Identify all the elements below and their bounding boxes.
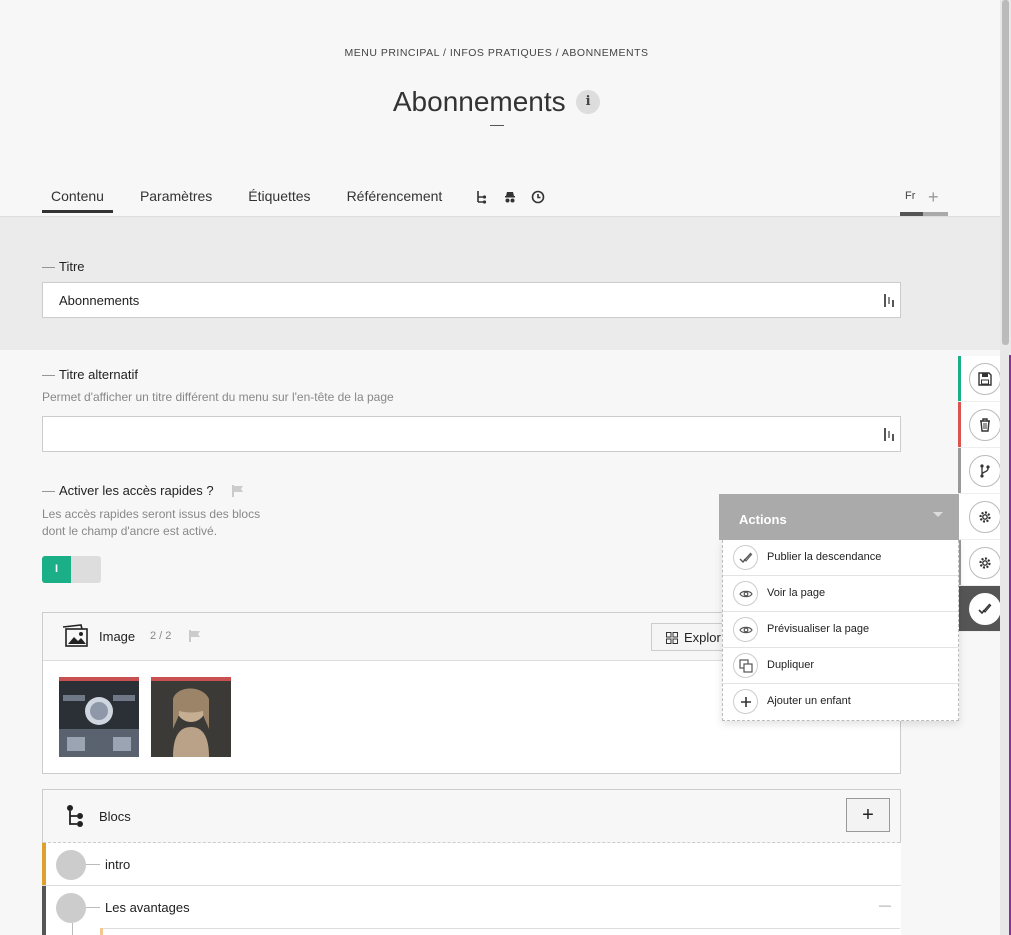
language-fr[interactable]: Fr [905, 190, 915, 202]
action-label: Dupliquer [767, 659, 815, 671]
add-block-button[interactable]: + [846, 798, 890, 832]
tab-bar: Contenu Paramètres Étiquettes Référencem… [42, 188, 553, 218]
eye-icon [733, 617, 758, 642]
page-title: Abonnements [392, 86, 566, 117]
toggle-on-state: I [42, 556, 71, 583]
branch-icon[interactable] [969, 455, 1001, 487]
titre-label: — Titre [42, 259, 85, 274]
block-row-avantages[interactable]: Les avantages — [42, 886, 901, 935]
duplicate-icon [733, 653, 758, 678]
gear-icon[interactable] [969, 501, 1001, 533]
flag-icon[interactable] [188, 629, 202, 643]
child-accent [100, 928, 103, 935]
tree-icon[interactable] [475, 190, 489, 204]
titre-input[interactable]: Abonnements [42, 282, 901, 318]
info-badge[interactable]: i [576, 90, 601, 114]
tab-contenu[interactable]: Contenu [42, 188, 113, 213]
action-label: Ajouter un enfant [767, 695, 851, 707]
save-icon[interactable] [969, 363, 1001, 395]
gear-icon[interactable] [969, 547, 1001, 579]
title-underline [490, 125, 504, 126]
block-connector [86, 864, 100, 865]
image-count: 2 / 2 [150, 630, 172, 642]
block-handle[interactable] [56, 850, 86, 880]
actions-header[interactable]: Actions [719, 494, 959, 540]
acces-rapides-desc-1: Les accès rapides seront issus des blocs [42, 507, 261, 521]
language-switcher[interactable]: Fr + [900, 187, 948, 216]
action-ajouter-enfant[interactable]: Ajouter un enfant [723, 684, 958, 720]
action-publier-descendance[interactable]: Publier la descendance [723, 540, 958, 576]
trash-icon[interactable] [969, 409, 1001, 441]
history-icon[interactable] [531, 190, 545, 204]
tab-etiquettes[interactable]: Étiquettes [239, 188, 319, 212]
add-language-icon[interactable]: + [928, 187, 939, 208]
image-thumbnail-2[interactable] [151, 677, 231, 757]
actions-list: Publier la descendance Voir la page Prév… [722, 540, 959, 721]
action-previsualiser-page[interactable]: Prévisualiser la page [723, 612, 958, 648]
tab-parametres[interactable]: Paramètres [131, 188, 221, 212]
blocks-panel-title: Blocs [99, 809, 131, 824]
scrollbar-thumb[interactable] [1002, 0, 1009, 345]
child-divider [103, 928, 900, 929]
eye-icon [733, 581, 758, 606]
block-label: Les avantages [105, 900, 190, 915]
flag-icon[interactable] [231, 484, 245, 498]
action-label: Prévisualiser la page [767, 623, 870, 635]
block-handle[interactable] [56, 893, 86, 923]
titre-alt-description: Permet d'afficher un titre différent du … [42, 390, 394, 404]
action-dupliquer[interactable]: Dupliquer [723, 648, 958, 684]
titre-value: Abonnements [59, 293, 140, 308]
publish-icon [733, 545, 758, 570]
publish-icon[interactable] [969, 593, 1001, 625]
title-section: — Titre Abonnements [0, 217, 1000, 350]
titre-label-text: Titre [59, 259, 85, 274]
image-thumbnail-1[interactable] [59, 677, 139, 757]
tree-line [72, 923, 73, 935]
collapse-toggle[interactable]: — [879, 898, 891, 912]
grid-icon [666, 632, 678, 644]
blocks-panel-header: Blocs + [43, 790, 900, 843]
titre-alt-label: — Titre alternatif [42, 367, 138, 382]
acces-rapides-label: — Activer les accès rapides ? [42, 483, 214, 498]
block-accent [42, 886, 46, 935]
block-accent [42, 843, 46, 885]
incognito-icon[interactable] [503, 190, 517, 204]
page-title-wrap: Abonnements i [0, 86, 993, 118]
titre-alt-label-text: Titre alternatif [59, 367, 138, 382]
image-icon [62, 624, 88, 647]
actions-menu: Actions Publier la descendance Voir la p… [719, 494, 959, 721]
acces-rapides-desc-2: dont le champ d'ancre est activé. [42, 524, 218, 538]
tab-referencement[interactable]: Référencement [338, 188, 452, 212]
branch-accent [958, 448, 961, 493]
image-panel-title: Image [99, 629, 136, 644]
acces-rapides-label-text: Activer les accès rapides ? [59, 483, 214, 498]
titre-alt-input[interactable] [42, 416, 901, 452]
block-row-intro[interactable]: intro [42, 843, 901, 886]
acces-rapides-toggle[interactable]: I [42, 556, 101, 583]
action-label: Publier la descendance [767, 551, 882, 563]
actions-title: Actions [739, 512, 787, 527]
action-label: Voir la page [767, 587, 826, 599]
action-voir-page[interactable]: Voir la page [723, 576, 958, 612]
blocks-tree-icon [67, 805, 83, 827]
page-header: MENU PRINCIPAL / INFOS PRATIQUES / ABONN… [0, 0, 1000, 217]
chevron-down-icon[interactable] [933, 512, 943, 517]
delete-accent [958, 402, 961, 447]
explore-label: Explor [684, 630, 721, 645]
block-label: intro [105, 857, 131, 872]
breadcrumb[interactable]: MENU PRINCIPAL / INFOS PRATIQUES / ABONN… [0, 47, 993, 59]
plus-icon [733, 689, 758, 714]
save-accent [958, 356, 961, 401]
text-tool-icon[interactable] [884, 428, 894, 441]
text-tool-icon[interactable] [884, 294, 894, 307]
block-connector [86, 907, 100, 908]
